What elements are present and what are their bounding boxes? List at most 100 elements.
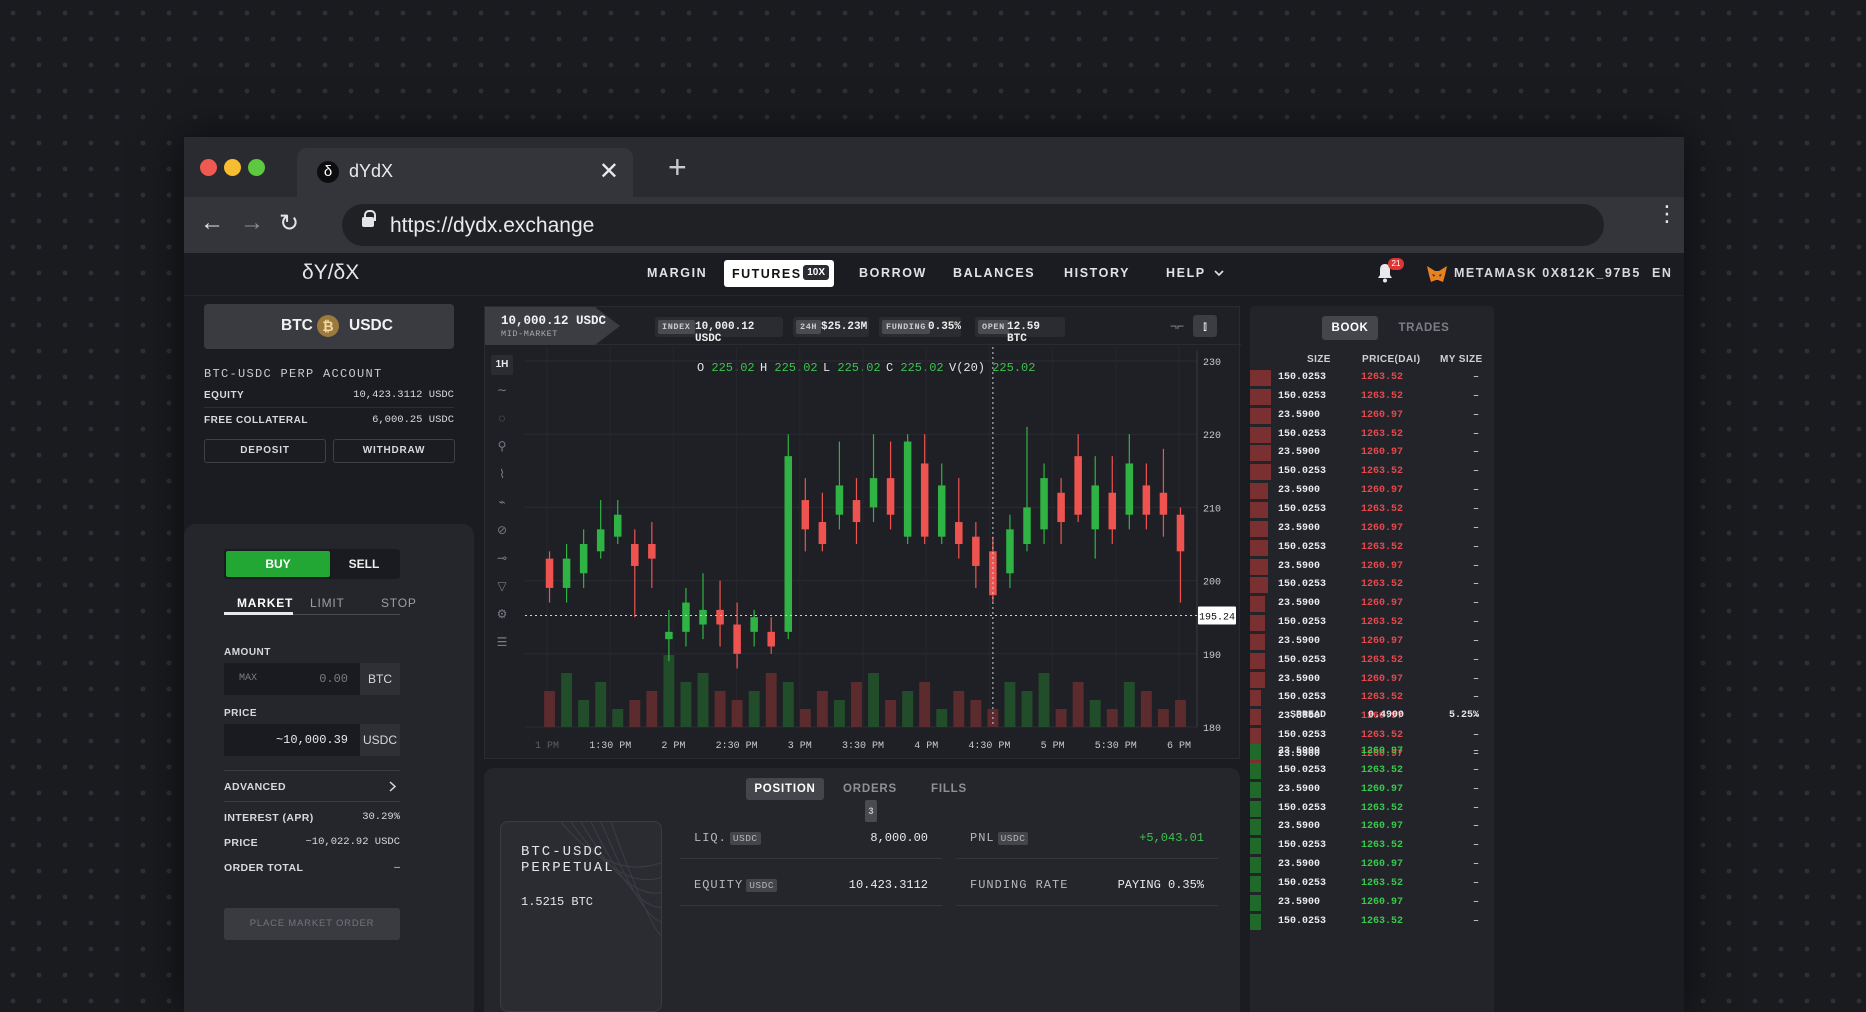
forward-arrow-icon[interactable]: → (240, 209, 264, 237)
bid-row[interactable]: 150.0253 1263.52 – (1250, 875, 1494, 892)
bid-row[interactable]: 23.5900 1260.97 – (1250, 819, 1494, 836)
candle-body[interactable] (903, 441, 912, 537)
wallet-account[interactable]: METAMASK 0X812K_97B5 (1454, 266, 1641, 280)
candle-body[interactable] (869, 478, 878, 508)
price-input[interactable]: ~10,000.39 USDC (224, 724, 400, 756)
candle-body[interactable] (852, 500, 861, 523)
maximize-window-button[interactable] (248, 159, 265, 176)
candle-body[interactable] (972, 536, 980, 566)
back-arrow-icon[interactable]: ← (200, 209, 224, 237)
nav-futures[interactable]: FUTURES 10X (724, 260, 834, 287)
ask-row[interactable]: 150.0253 1263.52 – (1250, 388, 1494, 405)
candle-body[interactable] (648, 544, 656, 559)
withdraw-button[interactable]: WITHDRAW (333, 439, 455, 463)
ask-row[interactable]: 150.0253 1263.52 – (1250, 615, 1494, 632)
tab-fills[interactable]: FILLS (924, 778, 974, 800)
browser-tab[interactable]: δ dYdX ✕ (297, 148, 633, 197)
candle-body[interactable] (631, 544, 639, 566)
ask-row[interactable]: 150.0253 1263.52 – (1250, 539, 1494, 556)
candle-body[interactable] (1074, 456, 1082, 515)
candle-body[interactable] (750, 617, 758, 632)
candle-body[interactable] (886, 478, 895, 515)
tab-limit[interactable]: LIMIT (310, 596, 345, 610)
ask-row[interactable]: 150.0253 1263.52 – (1250, 652, 1494, 669)
bid-row[interactable]: 150.0253 1263.52 – (1250, 762, 1494, 779)
ask-row[interactable]: 23.5900 1260.97 – (1250, 596, 1494, 613)
ask-row[interactable]: 150.0253 1263.52 – (1250, 577, 1494, 594)
close-window-button[interactable] (200, 159, 217, 176)
amount-input[interactable]: MAX 0.00 BTC (224, 663, 400, 695)
bid-row[interactable]: 23.5900 1260.97 – (1250, 894, 1494, 911)
nav-balances[interactable]: BALANCES (953, 266, 1035, 280)
ask-row[interactable]: 150.0253 1263.52 – (1250, 501, 1494, 518)
ask-row[interactable]: 150.0253 1263.52 – (1250, 426, 1494, 443)
ask-row[interactable]: 150.0253 1263.52 – (1250, 464, 1494, 481)
tab-book[interactable]: BOOK (1322, 316, 1378, 340)
tab-trades[interactable]: TRADES (1392, 316, 1456, 340)
dydx-logo[interactable]: δY/δX (302, 261, 359, 285)
url-input[interactable]: https://dydx.exchange (342, 204, 1604, 246)
buy-button[interactable]: BUY (226, 551, 330, 577)
nav-margin[interactable]: MARGIN (647, 266, 707, 280)
candle-body[interactable] (1023, 507, 1031, 544)
browser-menu-icon[interactable]: ⋮ (1656, 203, 1678, 225)
bid-row[interactable]: 150.0253 1263.52 – (1250, 800, 1494, 817)
advanced-toggle[interactable]: ADVANCED (224, 770, 400, 802)
bid-row[interactable]: 150.0253 1263.52 – (1250, 913, 1494, 930)
new-tab-icon[interactable]: + (668, 149, 687, 186)
candle-body[interactable] (801, 500, 810, 530)
candle-body[interactable] (818, 522, 827, 544)
close-tab-icon[interactable]: ✕ (599, 157, 619, 186)
candle-body[interactable] (716, 609, 724, 625)
nav-borrow[interactable]: BORROW (859, 266, 927, 280)
ask-row[interactable]: 23.5900 1260.97 – (1250, 520, 1494, 537)
bid-row[interactable]: 23.5900 1260.97 – (1250, 857, 1494, 874)
candle-body[interactable] (699, 609, 707, 625)
candle-body[interactable] (955, 522, 963, 544)
ask-row[interactable]: 23.5900 1260.97 – (1250, 671, 1494, 688)
candle-body[interactable] (682, 602, 690, 632)
candle-body[interactable] (1159, 492, 1168, 515)
candle-body[interactable] (1006, 529, 1014, 574)
candle-body[interactable] (1108, 492, 1117, 530)
bid-row[interactable]: 23.5900 1260.97 – (1250, 781, 1494, 798)
minimize-window-button[interactable] (224, 159, 241, 176)
ask-row[interactable]: 23.5900 1260.97 – (1250, 407, 1494, 424)
max-amount-link[interactable]: MAX (239, 673, 257, 684)
sell-button[interactable]: SELL (330, 551, 398, 577)
market-pair-selector[interactable]: BTC ₿ USDC (204, 304, 454, 349)
tab-orders[interactable]: ORDERS 3 (838, 778, 902, 822)
ask-row[interactable]: 23.5900 1260.97 – (1250, 633, 1494, 650)
tab-position[interactable]: POSITION (746, 778, 824, 800)
candle-body[interactable] (767, 631, 775, 647)
reload-icon[interactable]: ↻ (279, 209, 299, 238)
deposit-button[interactable]: DEPOSIT (204, 439, 326, 463)
ask-row[interactable]: 150.0253 1263.52 – (1250, 690, 1494, 707)
candle-body[interactable] (613, 514, 622, 537)
tab-market[interactable]: MARKET (237, 596, 293, 610)
ask-row[interactable]: 23.5900 1260.97 – (1250, 445, 1494, 462)
candle-body[interactable] (665, 631, 673, 640)
candle-body[interactable] (937, 485, 946, 537)
candle-body[interactable] (733, 624, 741, 654)
candle-body[interactable] (545, 558, 554, 588)
candle-body[interactable] (835, 485, 844, 515)
ask-row[interactable]: 150.0253 1263.52 – (1250, 728, 1494, 745)
tab-stop[interactable]: STOP (381, 596, 417, 610)
nav-help[interactable]: HELP (1166, 266, 1224, 280)
ask-row[interactable]: 150.0253 1263.52 – (1250, 370, 1494, 386)
candle-body[interactable] (596, 529, 605, 552)
candle-body[interactable] (579, 544, 588, 574)
candle-body[interactable] (562, 558, 571, 588)
ask-row[interactable]: 23.5900 1260.97 – (1250, 483, 1494, 500)
price-chart[interactable]: 180 190 200 210 220 230 1 PM 1:30 PM 2 PM 2:30 PM… (485, 307, 1241, 760)
candle-body[interactable] (920, 463, 929, 537)
candle-body[interactable] (784, 456, 793, 632)
bid-row[interactable]: 23.5900 1260.97 – (1250, 744, 1494, 760)
place-order-button[interactable]: PLACE MARKET ORDER (224, 908, 400, 940)
bid-row[interactable]: 150.0253 1263.52 – (1250, 838, 1494, 855)
candle-body[interactable] (1057, 492, 1065, 523)
candle-body[interactable] (1091, 485, 1099, 530)
ask-row[interactable]: 23.5900 1260.97 – (1250, 558, 1494, 575)
language-selector[interactable]: EN (1652, 266, 1672, 280)
